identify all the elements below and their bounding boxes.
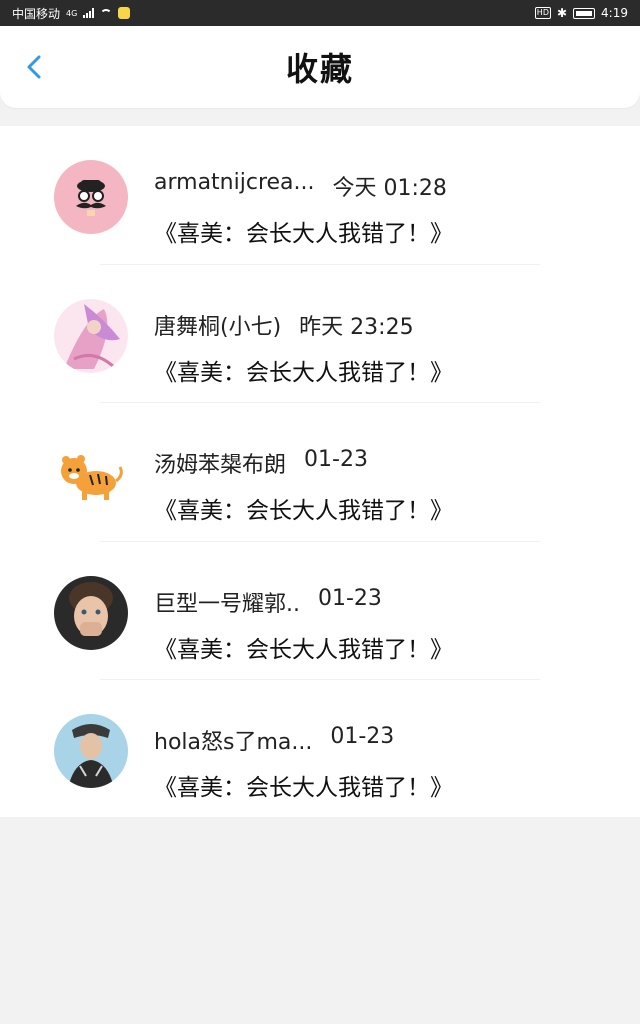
header: 收藏 bbox=[0, 26, 640, 108]
timestamp: 昨天 23:25 bbox=[299, 314, 414, 340]
list-item[interactable]: 汤姆苯槼布朗 01-23 《喜美：会长大人我错了！》 bbox=[0, 403, 640, 542]
mustache-avatar-icon[interactable] bbox=[54, 160, 128, 234]
child-photo-avatar-icon[interactable] bbox=[54, 575, 128, 650]
timestamp: 01-23 bbox=[330, 724, 395, 749]
back-button[interactable] bbox=[22, 54, 48, 80]
chevron-left-icon bbox=[27, 55, 41, 79]
page-title: 收藏 bbox=[285, 50, 354, 88]
timestamp: 01-23 bbox=[318, 585, 382, 611]
timestamp: 01-23 bbox=[304, 447, 368, 472]
user-name: 唐舞桐(小七) bbox=[154, 314, 282, 340]
man-photo-avatar-icon[interactable] bbox=[54, 714, 128, 788]
status-bar: 中国移动 4G HD ✱ 4:19 bbox=[0, 0, 640, 26]
clock: 4:19 bbox=[601, 6, 628, 20]
user-name: hola怒s了ma... bbox=[154, 730, 313, 755]
tiger-avatar-icon[interactable] bbox=[54, 437, 128, 511]
network-label: 4G bbox=[66, 8, 78, 18]
favorite-content: 《喜美：会长大人我错了！》 bbox=[154, 221, 453, 247]
favorites-list: armatnijcrea... 今天 01:28 《喜美：会长大人我错了！》 唐… bbox=[0, 126, 640, 817]
user-name: 汤姆苯槼布朗 bbox=[154, 453, 287, 478]
list-item[interactable]: armatnijcrea... 今天 01:28 《喜美：会长大人我错了！》 bbox=[0, 126, 640, 265]
signal-icon bbox=[83, 8, 95, 18]
carrier-label: 中国移动 bbox=[12, 6, 61, 21]
bluetooth-icon: ✱ bbox=[556, 6, 568, 20]
favorite-content: 《喜美：会长大人我错了！》 bbox=[154, 775, 453, 801]
notification-app-icon bbox=[118, 7, 131, 19]
battery-icon bbox=[573, 7, 596, 19]
user-name: 巨型一号耀郭.. bbox=[154, 591, 300, 617]
timestamp: 今天 01:28 bbox=[332, 176, 447, 201]
list-item[interactable]: hola怒s了ma... 01-23 《喜美：会长大人我错了！》 bbox=[0, 680, 640, 819]
user-name: armatnijcrea... bbox=[154, 170, 315, 195]
anime-girl-avatar-icon[interactable] bbox=[54, 298, 128, 373]
wifi-icon bbox=[100, 8, 113, 18]
favorite-content: 《喜美：会长大人我错了！》 bbox=[154, 359, 453, 386]
favorite-content: 《喜美：会长大人我错了！》 bbox=[154, 636, 453, 663]
favorite-content: 《喜美：会长大人我错了！》 bbox=[154, 498, 453, 524]
hd-icon: HD bbox=[534, 7, 551, 19]
list-item[interactable]: 唐舞桐(小七) 昨天 23:25 《喜美：会长大人我错了！》 bbox=[0, 265, 640, 403]
list-item[interactable]: 巨型一号耀郭.. 01-23 《喜美：会长大人我错了！》 bbox=[0, 542, 640, 680]
